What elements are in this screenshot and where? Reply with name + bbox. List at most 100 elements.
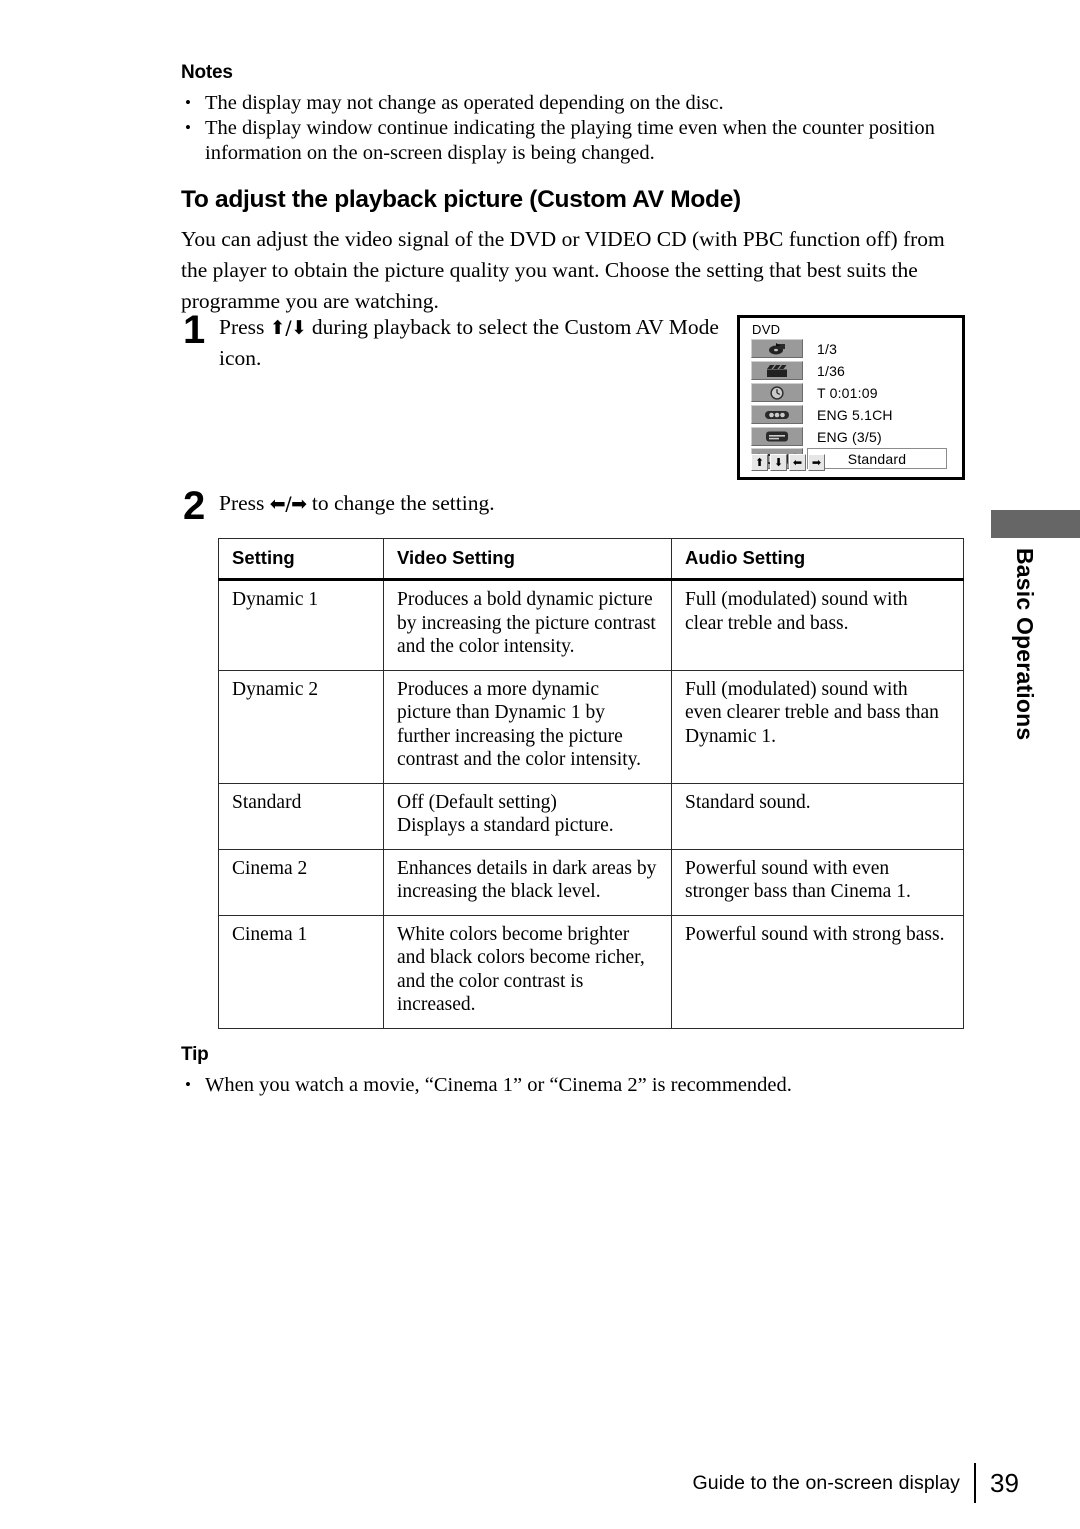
cell-line: further increasing the picture (397, 725, 623, 747)
step-text: Press ⬅/➡ to change the setting. (219, 488, 495, 519)
osd-row-audio: ENG 5.1CH (751, 405, 893, 424)
osd-custom-av-mode-value: Standard (847, 450, 907, 467)
up-arrow-icon[interactable]: ⬆ (751, 454, 768, 471)
cell-audio-setting: Full (modulated) sound with clear treble… (671, 579, 964, 671)
cell-line: Off (Default setting) (397, 791, 557, 813)
left-right-arrow-icon: ⬅/➡ (269, 493, 307, 515)
cell-video-setting: Off (Default setting) Displays a standar… (383, 782, 672, 850)
subtitle-icon (751, 427, 803, 446)
cell-setting: Cinema 2 (218, 848, 384, 916)
page-title: To adjust the playback picture (Custom A… (181, 186, 741, 213)
down-arrow-icon[interactable]: ⬇ (770, 454, 787, 471)
tip-list: • When you watch a movie, “Cinema 1” or … (181, 1073, 971, 1098)
tip-text: When you watch a movie, “Cinema 1” or “C… (205, 1074, 792, 1096)
osd-illustration: DVD 1/3 1/36 T 0:01:09 ENG 5.1CH ENG (3/… (737, 315, 965, 480)
page-number: 39 (990, 1467, 1019, 1498)
cell-line: contrast and the color intensity. (397, 749, 642, 770)
clock-icon (751, 383, 803, 402)
cell-setting: Cinema 1 (218, 914, 384, 1029)
list-item: • When you watch a movie, “Cinema 1” or … (181, 1073, 971, 1098)
cell-line: increasing the black level. (397, 881, 601, 902)
list-item: • The display window continue indicating… (181, 116, 971, 166)
table-row: Cinema 2 Enhances details in dark areas … (218, 848, 964, 916)
step-number: 1 (183, 308, 206, 352)
step-text-before: Press (219, 491, 270, 515)
cell-line: stronger bass than Cinema 1. (685, 881, 911, 902)
cell-setting: Standard (218, 782, 384, 850)
cell-video-setting: Produces a more dynamic picture than Dyn… (383, 669, 672, 784)
up-down-arrow-icon: ⬆/⬇ (269, 317, 307, 339)
audio-icon (751, 405, 803, 424)
osd-title-value: 1/3 (817, 340, 838, 357)
cell-video-setting: White colors become brighter and black c… (383, 914, 672, 1029)
osd-chapter-value: 1/36 (817, 362, 846, 379)
list-item: • The display may not change as operated… (181, 91, 971, 116)
column-header-setting: Setting (218, 538, 384, 581)
footer-caption: Guide to the on-screen display (692, 1471, 960, 1494)
cell-audio-setting: Full (modulated) sound with even clearer… (671, 669, 964, 784)
note-text: The display window continue indicating t… (205, 117, 935, 164)
bullet-dot: • (185, 93, 191, 112)
tip-heading: Tip (181, 1044, 209, 1065)
manual-page: Notes • The display may not change as op… (0, 0, 1080, 1529)
notes-section: Notes • The display may not change as op… (181, 62, 971, 166)
left-arrow-icon[interactable]: ⬅ (789, 454, 806, 471)
cell-line: clear treble and bass. (685, 612, 849, 634)
osd-disc-type-label: DVD (752, 322, 781, 337)
table-header: Setting Video Setting Audio Setting (218, 538, 964, 581)
note-text: The display may not change as operated d… (205, 92, 724, 114)
page-footer: Guide to the on-screen display 39 (600, 1462, 1040, 1504)
table-row: Cinema 1 White colors become brighter an… (218, 914, 964, 1029)
cell-line: Produces a more dynamic (397, 678, 599, 700)
cell-setting: Dynamic 1 (218, 579, 384, 671)
osd-audio-value: ENG 5.1CH (817, 406, 893, 423)
table-row: Standard Off (Default setting) Displays … (218, 782, 964, 850)
step-text-before: Press (219, 315, 270, 339)
step-text: Press ⬆/⬇ during playback to select the … (219, 312, 723, 373)
osd-row-subtitle: ENG (3/5) (751, 427, 882, 446)
cell-video-setting: Enhances details in dark areas by increa… (383, 848, 672, 916)
cell-line: increased. (397, 994, 476, 1015)
title-icon (751, 339, 803, 358)
cell-setting: Dynamic 2 (218, 669, 384, 784)
table-body: Dynamic 1 Produces a bold dynamic pictur… (218, 579, 964, 1029)
notes-heading: Notes (181, 62, 233, 83)
osd-arrow-button-bar: ⬆ ⬇ ⬅ ➡ (751, 454, 825, 471)
settings-table: Setting Video Setting Audio Setting Dyna… (218, 538, 964, 1029)
chapter-icon (751, 361, 803, 380)
cell-line: Displays a standard picture. (397, 815, 614, 836)
side-tab-block (991, 510, 1080, 538)
column-header-audio-setting: Audio Setting (671, 538, 964, 581)
step-number: 2 (183, 484, 206, 528)
step-text-after: to change the setting. (306, 491, 495, 515)
cell-line: by increasing the picture contrast (397, 612, 656, 634)
cell-line: Dynamic 1. (685, 725, 776, 747)
osd-time-value: T 0:01:09 (817, 384, 878, 401)
cell-line: Enhances details in dark areas by (397, 857, 657, 879)
intro-paragraph: You can adjust the video signal of the D… (181, 227, 945, 313)
cell-line: even clearer treble and bass than (685, 702, 939, 723)
cell-video-setting: Produces a bold dynamic picture by incre… (383, 579, 672, 671)
cell-line: Produces a bold dynamic picture (397, 589, 653, 610)
osd-custom-av-mode-field[interactable]: Standard (807, 448, 947, 469)
cell-line: and black colors become richer, (397, 947, 645, 968)
cell-audio-setting: Standard sound. (671, 782, 964, 850)
right-arrow-icon[interactable]: ➡ (808, 454, 825, 471)
cell-audio-setting: Powerful sound with strong bass. (671, 914, 964, 1029)
cell-line: and the color intensity. (397, 636, 575, 657)
cell-line: and the color contrast is (397, 970, 584, 992)
tip-section: Tip • When you watch a movie, “Cinema 1”… (181, 1044, 971, 1098)
osd-row-time: T 0:01:09 (751, 383, 878, 402)
cell-line: Powerful sound with strong bass. (685, 923, 945, 945)
cell-line: White colors become brighter (397, 923, 630, 945)
table-header-row: Setting Video Setting Audio Setting (218, 538, 964, 581)
side-tab-label: Basic Operations (1012, 548, 1038, 741)
cell-audio-setting: Powerful sound with even stronger bass t… (671, 848, 964, 916)
column-header-video-setting: Video Setting (383, 538, 672, 581)
bullet-dot: • (185, 1075, 191, 1094)
osd-row-title: 1/3 (751, 339, 837, 358)
osd-row-chapter: 1/36 (751, 361, 845, 380)
table-row: Dynamic 1 Produces a bold dynamic pictur… (218, 579, 964, 671)
notes-list: • The display may not change as operated… (181, 91, 971, 166)
cell-line: Powerful sound with even (685, 857, 890, 879)
